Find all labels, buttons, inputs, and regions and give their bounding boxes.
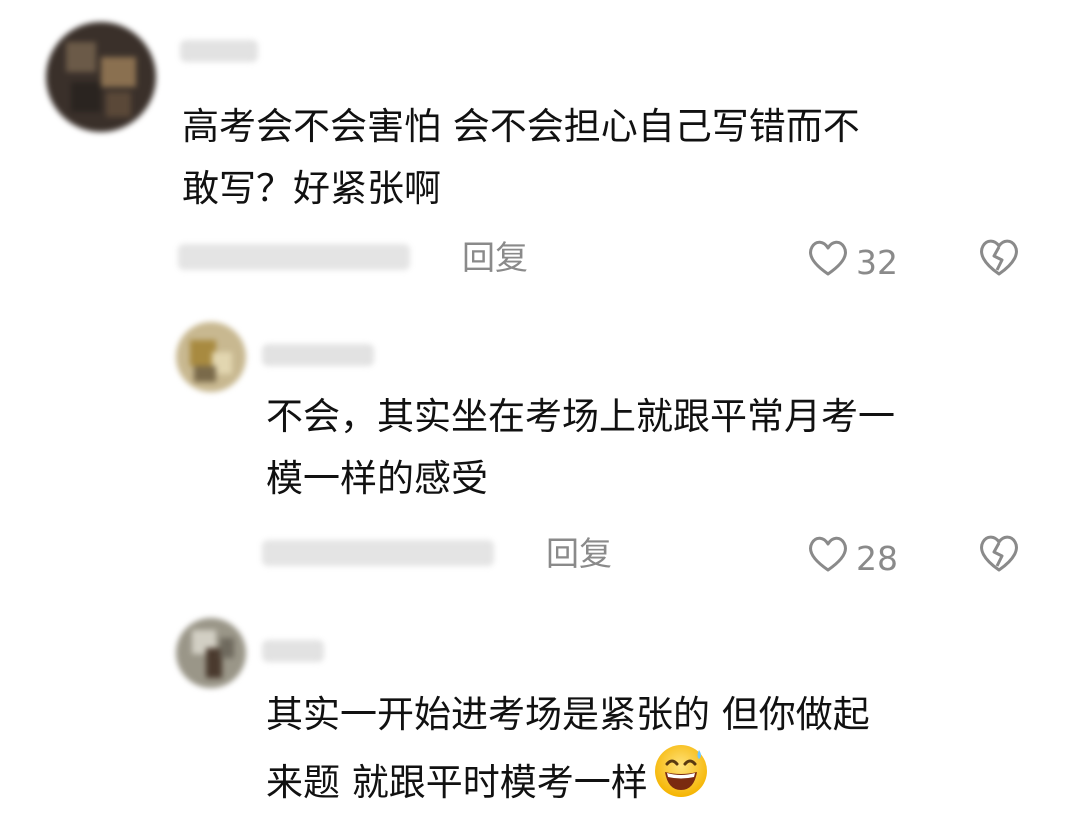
username[interactable] bbox=[262, 344, 374, 366]
reply-comment-item: 其实一开始进考场是紧张的 但你做起 来题 就跟平时模考一样 bbox=[0, 600, 1080, 833]
grinning-sweat-emoji bbox=[652, 742, 710, 819]
heart-outline-icon bbox=[806, 534, 850, 583]
like-button[interactable]: 28 bbox=[806, 534, 898, 583]
avatar[interactable] bbox=[176, 618, 246, 688]
comment-timestamp bbox=[262, 540, 494, 566]
reply-button[interactable]: 回复 bbox=[546, 534, 612, 574]
username[interactable] bbox=[180, 40, 258, 62]
like-button[interactable]: 32 bbox=[806, 238, 898, 287]
like-count: 32 bbox=[856, 242, 898, 282]
comment-text: 高考会不会害怕 会不会担心自己写错而不 敢写？好紧张啊 bbox=[182, 105, 860, 210]
comment-text-body: 其实一开始进考场是紧张的 但你做起 来题 就跟平时模考一样 bbox=[266, 693, 870, 804]
comment-item: 高考会不会害怕 会不会担心自己写错而不 敢写？好紧张啊 回复 32 bbox=[0, 0, 1080, 300]
username[interactable] bbox=[262, 640, 324, 662]
reply-comment-item: 不会，其实坐在考场上就跟平常月考一 模一样的感受 回复 28 bbox=[0, 300, 1080, 600]
avatar[interactable] bbox=[176, 322, 246, 392]
comment-text: 不会，其实坐在考场上就跟平常月考一 模一样的感受 bbox=[266, 395, 895, 500]
dislike-button[interactable] bbox=[976, 532, 1022, 578]
comment-text: 其实一开始进考场是紧张的 但你做起 来题 就跟平时模考一样 bbox=[266, 684, 1056, 823]
comment-timestamp bbox=[178, 244, 410, 270]
like-count: 28 bbox=[856, 538, 898, 578]
reply-button[interactable]: 回复 bbox=[462, 238, 528, 278]
dislike-button[interactable] bbox=[976, 236, 1022, 282]
heart-outline-icon bbox=[806, 238, 850, 287]
broken-heart-icon bbox=[976, 239, 1022, 282]
broken-heart-icon bbox=[976, 535, 1022, 578]
avatar[interactable] bbox=[46, 22, 156, 132]
